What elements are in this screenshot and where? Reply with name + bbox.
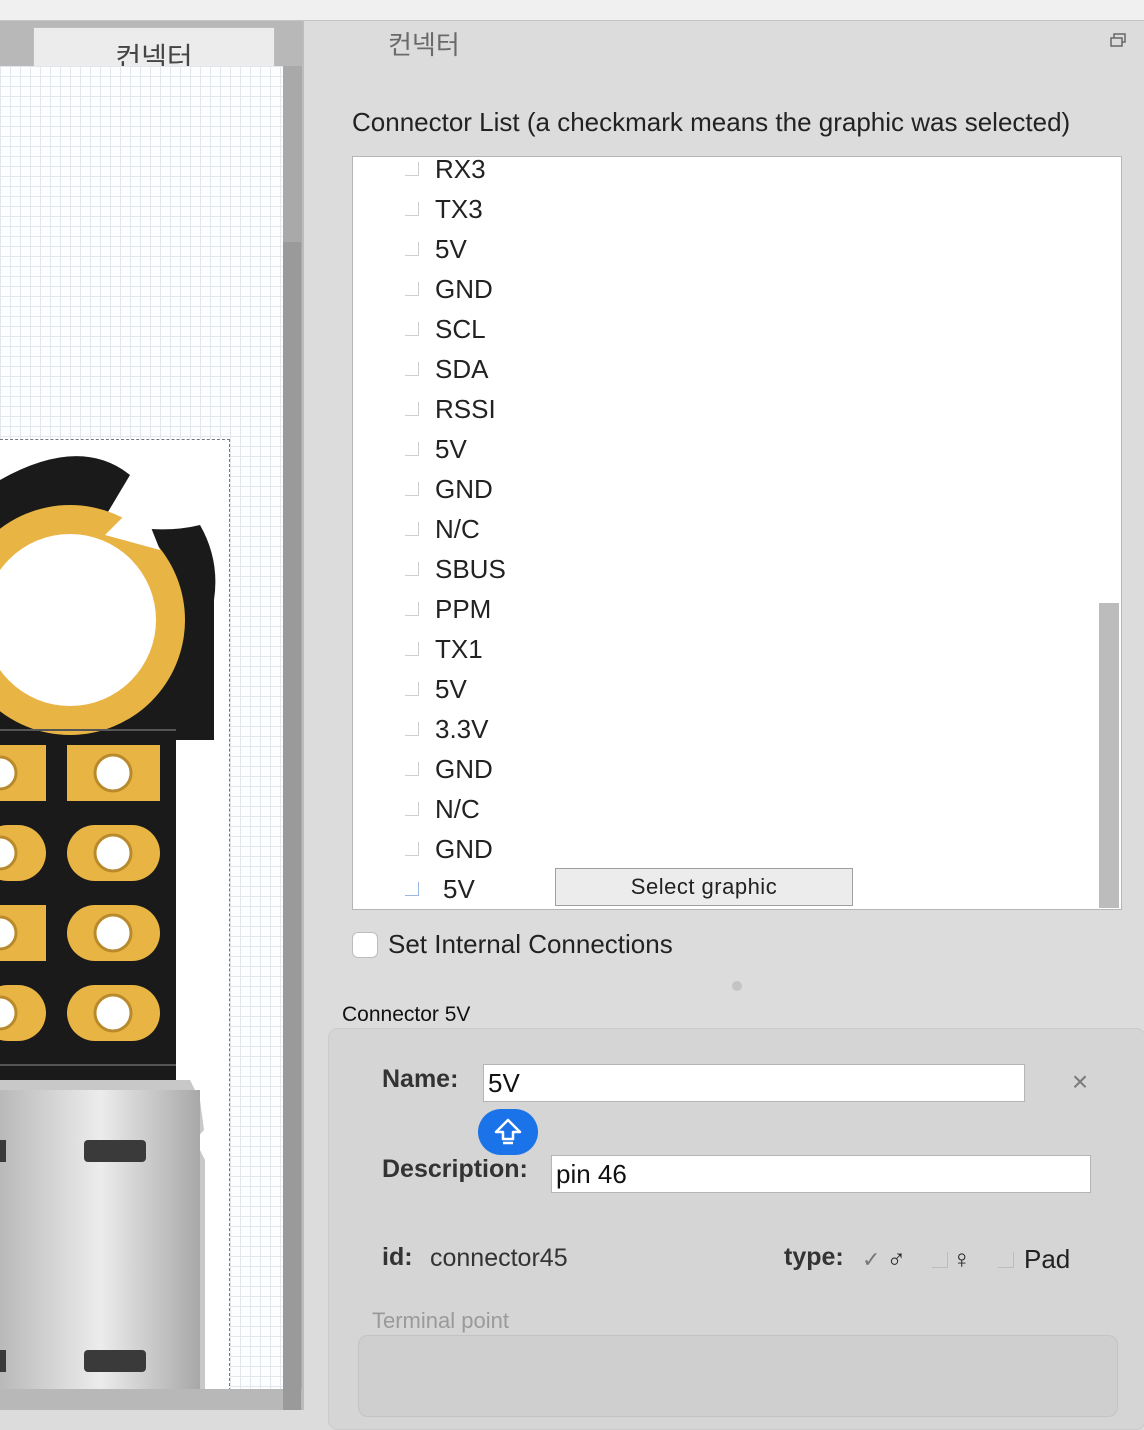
connector-label: TX1 xyxy=(435,633,483,664)
connector-label: GND xyxy=(435,473,493,504)
graphic-checkbox[interactable] xyxy=(405,642,419,656)
splitter-handle[interactable] xyxy=(732,981,742,991)
connector-group-title: Connector 5V xyxy=(342,1003,471,1026)
connector-label: GND xyxy=(435,273,493,304)
description-input[interactable] xyxy=(551,1155,1091,1193)
list-item[interactable]: 5V xyxy=(353,429,1093,469)
graphic-checkbox[interactable] xyxy=(405,562,419,576)
graphic-checkbox[interactable] xyxy=(405,482,419,496)
terminal-point-label: Terminal point xyxy=(372,1308,509,1333)
graphic-checkbox[interactable] xyxy=(405,282,419,296)
list-item[interactable]: SCL xyxy=(353,309,1093,349)
name-input[interactable] xyxy=(483,1064,1025,1102)
connector-list-heading: Connector List (a checkmark means the gr… xyxy=(352,107,1071,137)
graphic-checkbox[interactable] xyxy=(405,722,419,736)
list-item[interactable]: GND xyxy=(353,829,1093,869)
internal-connections-checkbox[interactable] xyxy=(352,931,378,958)
type-checkbox[interactable] xyxy=(998,1251,1014,1268)
description-label: Description: xyxy=(382,1155,528,1183)
connector-label: RSSI xyxy=(435,393,496,424)
shift-key-icon xyxy=(478,1109,538,1155)
connector-list[interactable]: RX3 TX3 5V GND SCL SDA RSSI 5V GND N/C S… xyxy=(352,156,1122,910)
connector-label: N/C xyxy=(435,793,480,824)
connector-label: SBUS xyxy=(435,553,506,584)
graphic-checkbox[interactable] xyxy=(405,602,419,616)
select-graphic-button[interactable]: Select graphic xyxy=(555,868,853,906)
pad-label: Pad xyxy=(1024,1244,1071,1274)
canvas-scrollbar-thumb[interactable] xyxy=(283,242,301,1410)
name-label: Name: xyxy=(382,1065,459,1093)
list-item[interactable]: N/C xyxy=(353,509,1093,549)
part-graphic xyxy=(0,456,216,1389)
list-item[interactable]: GND xyxy=(353,749,1093,789)
part-selection-box[interactable] xyxy=(0,439,230,1389)
panel-title: 컨넥터 xyxy=(388,30,460,60)
graphic-checkbox[interactable] xyxy=(405,882,419,896)
terminal-point-group xyxy=(358,1335,1118,1417)
list-item[interactable]: RX3 xyxy=(353,156,1093,189)
type-option-female[interactable]: ♀ xyxy=(932,1244,972,1275)
connector-label: RX3 xyxy=(435,156,486,184)
connector-label: 5V xyxy=(435,673,467,704)
internal-connections-label: Set Internal Connections xyxy=(388,929,673,959)
connector-panel: 컨넥터 Connector List (a checkmark means th… xyxy=(304,21,1144,1430)
list-item[interactable]: 5V xyxy=(353,669,1093,709)
graphic-checkbox[interactable] xyxy=(405,802,419,816)
graphic-checkbox[interactable] xyxy=(405,362,419,376)
connector-label: 5V xyxy=(435,433,467,464)
connector-label: SCL xyxy=(435,313,486,344)
list-item[interactable]: RSSI xyxy=(353,389,1093,429)
window-title-strip xyxy=(0,0,1144,21)
type-option-pad[interactable]: Pad xyxy=(998,1244,1070,1275)
type-option-male[interactable]: ✓ ♂ xyxy=(862,1244,906,1275)
list-item[interactable]: 5V xyxy=(353,229,1093,269)
male-symbol-icon: ♂ xyxy=(886,1244,906,1274)
connector-list-scrollbar-thumb[interactable] xyxy=(1099,603,1119,908)
list-item[interactable]: PPM xyxy=(353,589,1093,629)
connector-label: 5V xyxy=(435,233,467,264)
type-label: type: xyxy=(784,1243,844,1271)
connector-label: PPM xyxy=(435,593,492,624)
graphic-checkbox[interactable] xyxy=(405,522,419,536)
graphic-checkbox[interactable] xyxy=(405,442,419,456)
id-value: connector45 xyxy=(430,1244,568,1272)
connector-label: 3.3V xyxy=(435,713,489,744)
list-item[interactable]: GND xyxy=(353,469,1093,509)
clear-icon[interactable]: × xyxy=(1068,1066,1092,1097)
list-item[interactable]: SDA xyxy=(353,349,1093,389)
graphic-checkbox[interactable] xyxy=(405,242,419,256)
connector-label: N/C xyxy=(435,513,480,544)
connector-label: 5V xyxy=(443,873,475,904)
pcb-canvas[interactable] xyxy=(0,66,283,1389)
graphic-checkbox[interactable] xyxy=(405,842,419,856)
restore-window-icon[interactable] xyxy=(1110,33,1126,47)
checkmark-icon: ✓ xyxy=(862,1246,881,1272)
female-symbol-icon: ♀ xyxy=(952,1244,972,1274)
list-item[interactable]: TX3 xyxy=(353,189,1093,229)
type-checkbox[interactable] xyxy=(932,1251,948,1268)
list-item[interactable]: TX1 xyxy=(353,629,1093,669)
list-item[interactable]: 3.3V xyxy=(353,709,1093,749)
graphic-checkbox[interactable] xyxy=(405,682,419,696)
graphic-checkbox[interactable] xyxy=(405,402,419,416)
list-item[interactable]: N/C xyxy=(353,789,1093,829)
connector-label: GND xyxy=(435,753,493,784)
connector-label: GND xyxy=(435,833,493,864)
internal-connections-row[interactable]: Set Internal Connections xyxy=(352,929,673,960)
graphic-checkbox[interactable] xyxy=(405,202,419,216)
connector-label: SDA xyxy=(435,353,489,384)
list-item[interactable]: SBUS xyxy=(353,549,1093,589)
graphic-checkbox[interactable] xyxy=(405,762,419,776)
list-item[interactable]: GND xyxy=(353,269,1093,309)
graphic-checkbox[interactable] xyxy=(405,162,419,176)
graphic-checkbox[interactable] xyxy=(405,322,419,336)
id-label: id: xyxy=(382,1243,413,1271)
connector-label: TX3 xyxy=(435,193,483,224)
